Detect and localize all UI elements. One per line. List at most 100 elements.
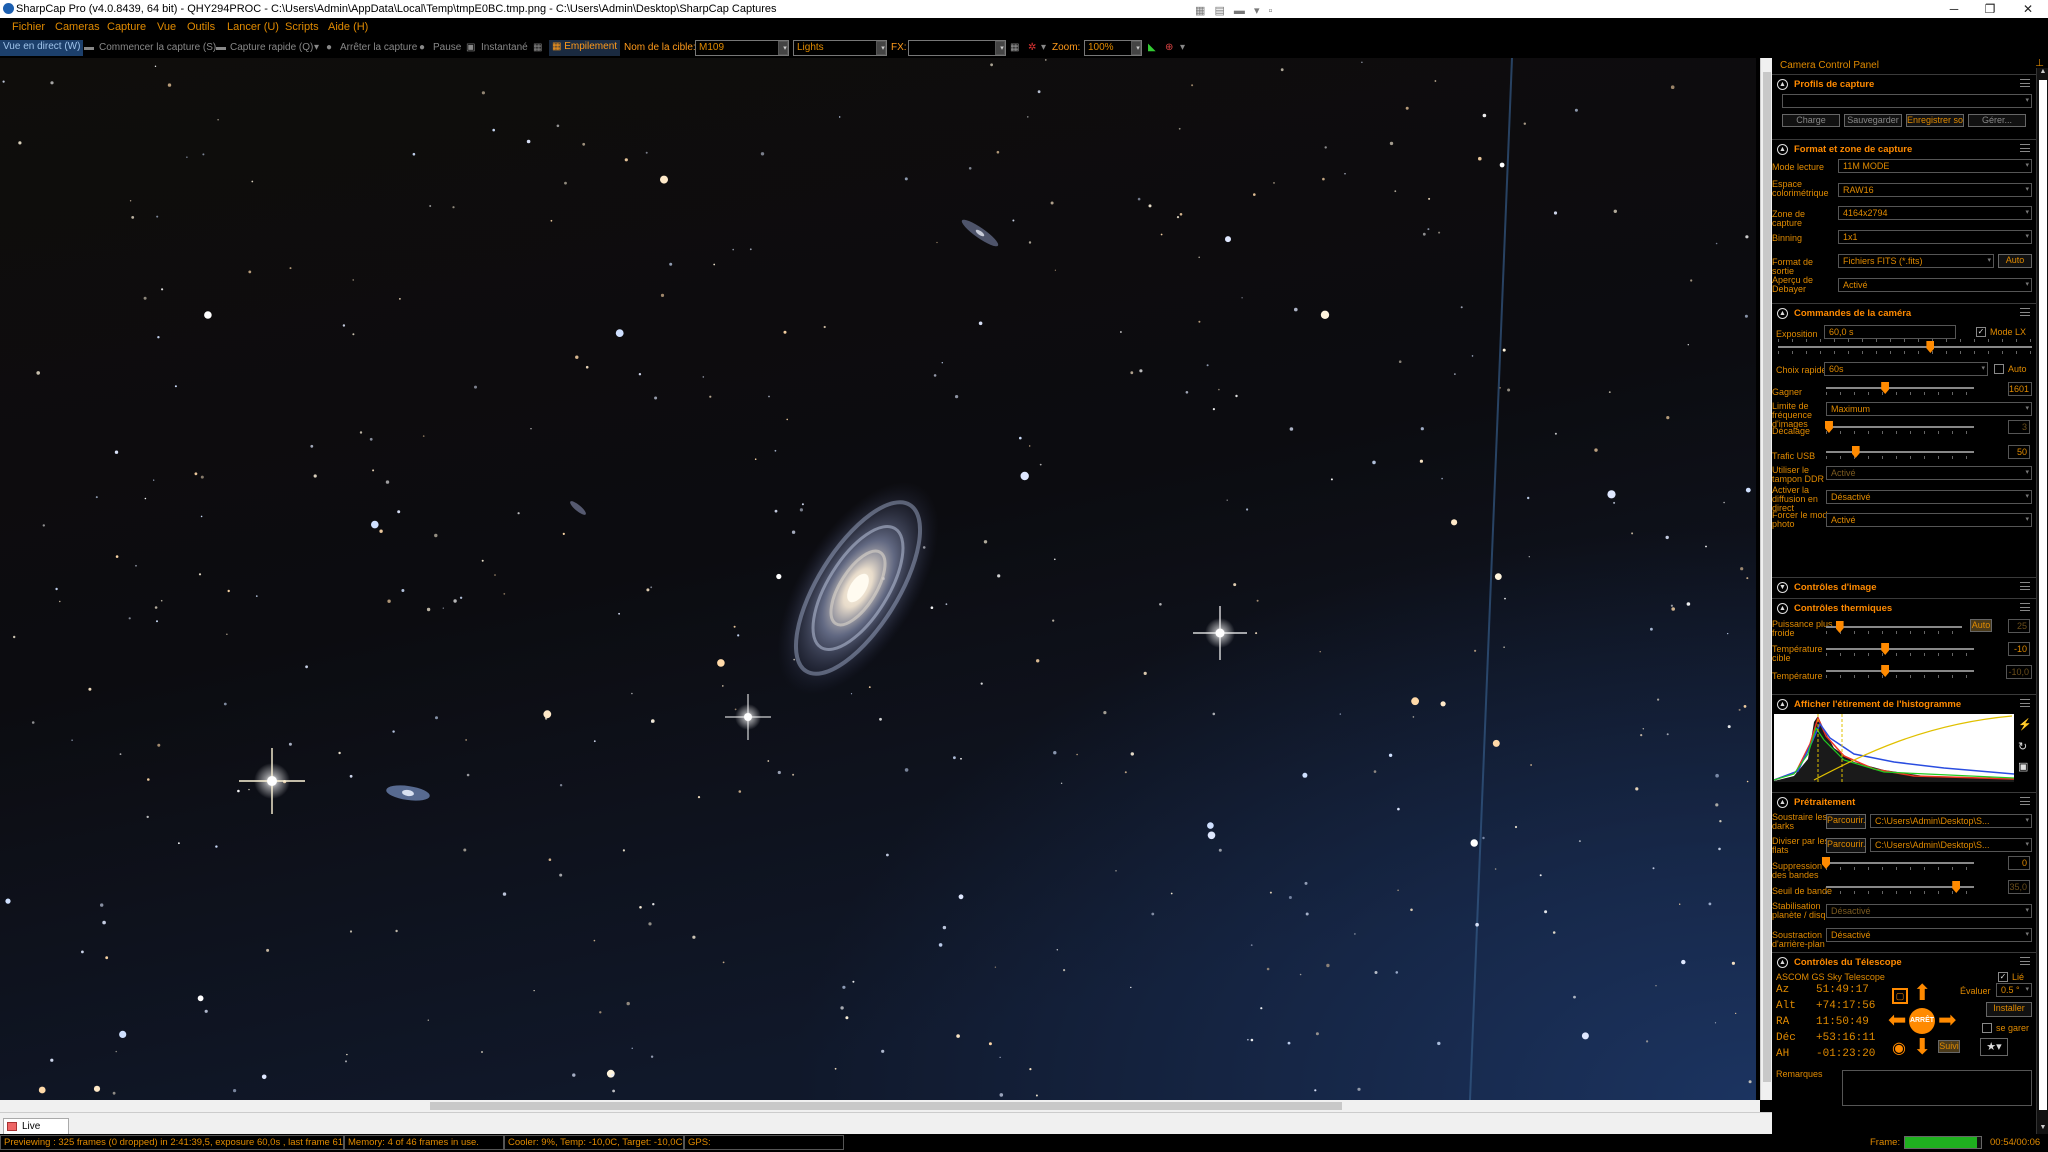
- menu-cameras[interactable]: Cameras: [55, 21, 100, 33]
- menu-icon[interactable]: [2020, 582, 2030, 590]
- menu-vue[interactable]: Vue: [157, 21, 176, 33]
- reset-icon[interactable]: ↻: [2018, 740, 2027, 753]
- dropdown-arrow-icon[interactable]: ▾: [314, 42, 319, 53]
- install-button[interactable]: Installer: [1986, 1002, 2032, 1017]
- park-checkbox[interactable]: [1982, 1023, 1992, 1033]
- section-header[interactable]: ▲ Afficher l'étirement de l'histogramme: [1772, 694, 2036, 712]
- menu-icon[interactable]: [2020, 797, 2030, 805]
- capture-area-select[interactable]: 4164x2794 ▾: [1838, 206, 2032, 220]
- section-header[interactable]: ▲ Contrôles thermiques: [1772, 598, 2036, 616]
- zoom-select[interactable]: 100% ▾: [1084, 40, 1142, 56]
- usb-value[interactable]: 50: [2008, 445, 2030, 459]
- output-format-select[interactable]: Fichiers FITS (*.fits) ▾: [1838, 254, 1994, 268]
- dropdown-arrow-icon[interactable]: ▾: [1041, 42, 1046, 53]
- chevron-down-icon[interactable]: ▾: [778, 41, 788, 55]
- save-icon[interactable]: ▣: [2018, 760, 2028, 773]
- panel-scrollbar[interactable]: ▲ ▼: [2036, 68, 2048, 1134]
- menu-lancer[interactable]: Lancer (U): [227, 21, 279, 33]
- stop-slew-button[interactable]: ARRÊT: [1909, 1008, 1935, 1034]
- scroll-thumb[interactable]: [2039, 80, 2047, 1110]
- image-vertical-scrollbar[interactable]: [1760, 58, 1772, 1100]
- section-header[interactable]: ▲ Prétraitement: [1772, 792, 2036, 810]
- collapse-icon[interactable]: ▲: [1777, 144, 1788, 155]
- debayer-select[interactable]: Activé ▾: [1838, 278, 2032, 292]
- pause-button[interactable]: Pause: [433, 42, 461, 53]
- flats-browse-button[interactable]: Parcourir...: [1826, 838, 1866, 853]
- menu-outils[interactable]: Outils: [187, 21, 215, 33]
- collapse-icon[interactable]: ▲: [1777, 797, 1788, 808]
- start-capture-button[interactable]: Commencer la capture (S): [99, 42, 216, 53]
- collapse-icon[interactable]: ▲: [1777, 957, 1788, 968]
- load-profile-button[interactable]: Charge: [1782, 114, 1840, 127]
- target-name-input[interactable]: M109 ▾: [695, 40, 789, 56]
- section-header[interactable]: ▲ Format et zone de capture: [1772, 139, 2036, 157]
- move-north-button[interactable]: ⬆: [1913, 982, 1931, 1004]
- exposure-slider-track[interactable]: [1778, 346, 2032, 348]
- chevron-down-icon[interactable]: ▾: [876, 41, 886, 55]
- darks-browse-button[interactable]: Parcourir...: [1826, 814, 1866, 829]
- photo-mode-select[interactable]: Activé ▾: [1826, 513, 2032, 527]
- target-temp-slider-track[interactable]: [1826, 648, 1974, 650]
- menu-fichier[interactable]: Fichier: [12, 21, 45, 33]
- save-profile-button[interactable]: Sauvegarder: [1844, 114, 1902, 127]
- image-horizontal-scrollbar[interactable]: [0, 1100, 1760, 1112]
- menu-icon[interactable]: [2020, 957, 2030, 965]
- target-temp-value[interactable]: -10: [2008, 642, 2030, 656]
- scroll-thumb[interactable]: [430, 1102, 1342, 1110]
- scroll-thumb[interactable]: [1763, 72, 1771, 1082]
- darks-path-select[interactable]: C:\Users\Admin\Desktop\S... ▾: [1870, 814, 2032, 828]
- menu-icon[interactable]: [2020, 699, 2030, 707]
- output-auto-button[interactable]: Auto: [1998, 254, 2032, 268]
- lx-mode-checkbox[interactable]: ✓: [1976, 327, 1986, 337]
- quick-choice-select[interactable]: 60s ▾: [1824, 362, 1988, 376]
- scroll-up-icon[interactable]: ▲: [2038, 68, 2048, 78]
- stream-select[interactable]: Désactivé ▾: [1826, 490, 2032, 504]
- threshold-slider-track[interactable]: [1826, 886, 1974, 888]
- move-east-button[interactable]: ➡: [1938, 1009, 1956, 1031]
- threshold-value[interactable]: 35,0: [2008, 880, 2030, 894]
- grid-icon[interactable]: ▦: [1010, 42, 1019, 53]
- close-button[interactable]: ✕: [2006, 0, 2048, 18]
- gain-slider-track[interactable]: [1826, 387, 1974, 389]
- offset-value[interactable]: 3: [2008, 420, 2030, 434]
- section-header[interactable]: ▲ Commandes de la caméra: [1772, 303, 2036, 321]
- linked-checkbox[interactable]: ✓: [1998, 972, 2008, 982]
- banding-slider-track[interactable]: [1826, 862, 1974, 864]
- move-west-button[interactable]: ⬅: [1888, 1009, 1906, 1031]
- gain-value[interactable]: 1601: [2008, 382, 2032, 396]
- live-view-button[interactable]: Vue en direct (W): [0, 40, 84, 56]
- stack-button[interactable]: ▦ Empilement: [549, 40, 621, 56]
- profile-select[interactable]: ▾: [1782, 94, 2032, 108]
- ddr-select[interactable]: Activé ▾: [1826, 466, 2032, 480]
- tracking-button[interactable]: Suivi: [1938, 1040, 1960, 1053]
- histogram-chart[interactable]: [1774, 714, 2014, 782]
- section-header[interactable]: ▼ Contrôles d'image: [1772, 577, 2036, 595]
- collapse-icon[interactable]: ▲: [1777, 308, 1788, 319]
- quick-capture-button[interactable]: Capture rapide (Q): [230, 42, 313, 53]
- snapshot-button[interactable]: Instantané: [481, 42, 528, 53]
- section-header[interactable]: ▲ Contrôles du Télescope: [1772, 952, 2036, 970]
- fx-select[interactable]: ▾: [908, 40, 1006, 56]
- binning-select[interactable]: 1x1 ▾: [1838, 230, 2032, 244]
- save-as-profile-button[interactable]: Enregistrer so: [1906, 114, 1964, 127]
- section-header[interactable]: ▲ Profils de capture: [1772, 74, 2036, 92]
- menu-icon[interactable]: [2020, 79, 2030, 87]
- stabilization-select[interactable]: Désactivé ▾: [1826, 904, 2032, 918]
- frame-type-select[interactable]: Lights ▾: [793, 40, 887, 56]
- sync-icon[interactable]: ▢: [1892, 988, 1908, 1004]
- menu-aide[interactable]: Aide (H): [328, 21, 368, 33]
- reticle-icon[interactable]: ✲: [1028, 42, 1036, 53]
- fps-select[interactable]: Maximum ▾: [1826, 402, 2032, 416]
- chevron-down-icon[interactable]: ▾: [1131, 41, 1141, 55]
- dropdown-arrow-icon[interactable]: ▾: [1180, 42, 1185, 53]
- menu-icon[interactable]: [2020, 603, 2030, 611]
- chevron-down-icon[interactable]: ▾: [995, 41, 1005, 55]
- stop-capture-button[interactable]: Arrêter la capture: [340, 42, 417, 53]
- menu-icon[interactable]: [2020, 144, 2030, 152]
- background-select[interactable]: Désactivé ▾: [1826, 928, 2032, 942]
- scroll-down-icon[interactable]: ▼: [2038, 1124, 2048, 1134]
- color-space-select[interactable]: RAW16 ▾: [1838, 183, 2032, 197]
- star-icon[interactable]: ★▾: [1980, 1038, 2008, 1056]
- settings-icon[interactable]: ▦: [533, 42, 542, 53]
- manage-profiles-button[interactable]: Gérer...: [1968, 114, 2026, 127]
